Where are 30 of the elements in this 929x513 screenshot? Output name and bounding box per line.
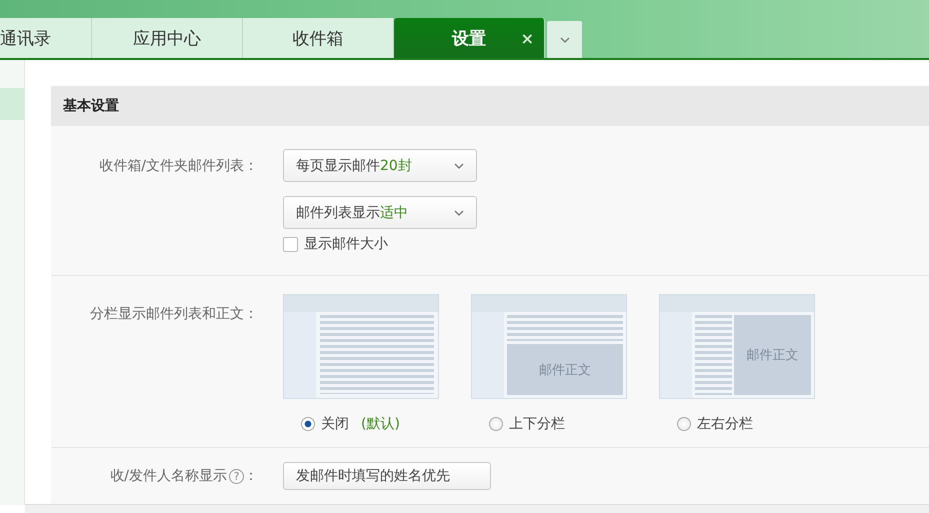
tab[interactable]: 收件箱: [243, 18, 394, 58]
field-label: 分栏显示邮件列表和正文：: [89, 305, 258, 323]
pane-label: 邮件正文: [746, 347, 798, 364]
layout-preview[interactable]: [283, 294, 439, 399]
tab[interactable]: 应用中心: [92, 18, 243, 58]
sidebar-item[interactable]: [0, 88, 24, 120]
radio-button[interactable]: [489, 417, 503, 431]
label-colon: ：: [244, 467, 258, 485]
field-label: 收/发件人名称显示: [110, 467, 227, 485]
radio-label: 上下分栏: [509, 415, 565, 433]
radio-label: 左右分栏: [697, 415, 753, 433]
chevron-down-icon: [454, 210, 464, 216]
radio-button[interactable]: [301, 417, 315, 431]
dropdown[interactable]: 邮件列表显示适中: [283, 196, 477, 229]
checkbox-label: 显示邮件大小: [304, 235, 388, 253]
section-title: 基本设置: [63, 97, 119, 115]
radio-label: 关闭: [321, 415, 349, 433]
close-icon[interactable]: ×: [520, 29, 534, 48]
radio-button[interactable]: [677, 417, 691, 431]
dropdown[interactable]: 每页显示邮件20封: [283, 149, 477, 182]
chevron-down-icon: [560, 37, 570, 43]
chevron-down-icon: [454, 162, 464, 168]
tab[interactable]: 通讯录: [0, 18, 92, 58]
default-note: (默认): [361, 415, 400, 433]
tab-menu-button[interactable]: [547, 21, 582, 58]
tab[interactable]: 设置 ×: [394, 18, 545, 58]
pane-label: 邮件正文: [539, 362, 591, 378]
checkbox[interactable]: [283, 236, 298, 252]
field-label: 收件箱/文件夹邮件列表：: [98, 157, 258, 175]
dropdown[interactable]: 发邮件时填写的姓名优先: [283, 462, 491, 490]
